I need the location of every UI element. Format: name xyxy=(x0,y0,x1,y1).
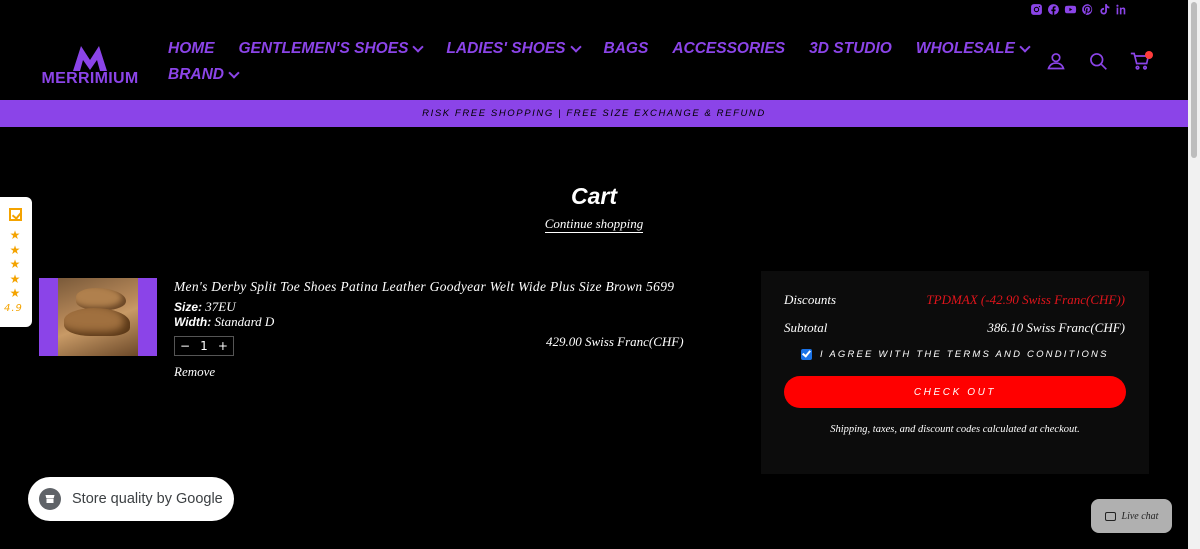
header-actions xyxy=(1045,50,1153,72)
nav-item-accessories[interactable]: ACCESSORIES xyxy=(672,40,785,58)
linkedin-icon[interactable] xyxy=(1115,3,1128,16)
store-quality-icon xyxy=(39,488,61,510)
nav-item-gentlemens-shoes[interactable]: GENTLEMEN'S SHOES xyxy=(239,40,425,58)
nav-item-home[interactable]: HOME xyxy=(168,40,215,58)
live-chat-label: Live chat xyxy=(1121,510,1159,522)
tiktok-icon[interactable] xyxy=(1098,3,1111,16)
nav-item-brand[interactable]: BRAND xyxy=(168,66,240,84)
chevron-down-icon xyxy=(1019,41,1031,53)
brand-name: MERRIMIUM xyxy=(41,70,139,87)
terms-label[interactable]: I AGREE WITH THE TERMS AND CONDITIONS xyxy=(820,349,1109,360)
facebook-icon[interactable] xyxy=(1047,3,1060,16)
subtotal-label: Subtotal xyxy=(784,320,828,335)
social-links xyxy=(1030,3,1128,16)
cart-icon[interactable] xyxy=(1129,50,1153,72)
pinterest-icon[interactable] xyxy=(1081,3,1094,16)
instagram-icon[interactable] xyxy=(1030,3,1043,16)
google-store-badge[interactable]: Store quality by Google xyxy=(28,477,234,521)
quantity-increase-button[interactable]: + xyxy=(218,339,228,353)
product-name[interactable]: Men's Derby Split Toe Shoes Patina Leath… xyxy=(174,279,674,295)
scrollbar-thumb[interactable] xyxy=(1191,2,1197,158)
product-width: Width: Standard D xyxy=(174,314,274,330)
shoe-image-back xyxy=(76,288,126,310)
size-value: 37EU xyxy=(205,299,236,314)
width-value: Standard D xyxy=(214,314,275,329)
review-rating-value: 4.9 xyxy=(4,303,23,314)
merrimium-logo-mark xyxy=(73,46,107,71)
width-label: Width: xyxy=(174,315,212,329)
product-thumbnail[interactable] xyxy=(39,278,157,356)
nav-item-ladies-shoes[interactable]: LADIES' SHOES xyxy=(446,40,582,58)
main-navigation: HOME GENTLEMEN'S SHOES LADIES' SHOES BAG… xyxy=(168,36,1031,88)
nav-item-3d-studio[interactable]: 3D STUDIO xyxy=(809,40,892,58)
order-summary: Discounts TPDMAX (-42.90 Swiss Franc(CHF… xyxy=(761,271,1149,474)
size-label: Size: xyxy=(174,300,203,314)
checkout-note: Shipping, taxes, and discount codes calc… xyxy=(830,424,1080,435)
chevron-down-icon xyxy=(412,41,425,53)
quantity-decrease-button[interactable]: − xyxy=(180,339,190,353)
cart-count-dot xyxy=(1145,51,1153,59)
nav-item-bags[interactable]: BAGS xyxy=(604,40,649,58)
google-badge-label: Store quality by Google xyxy=(72,491,223,507)
chevron-down-icon xyxy=(569,41,582,53)
account-icon[interactable] xyxy=(1045,50,1067,72)
brand-logo[interactable]: MERRIMIUM xyxy=(40,44,140,88)
remove-item-link[interactable]: Remove xyxy=(174,364,215,380)
live-chat-button[interactable]: Live chat xyxy=(1091,499,1172,533)
announcement-bar: RISK FREE SHOPPING | FREE SIZE EXCHANGE … xyxy=(0,100,1188,127)
youtube-icon[interactable] xyxy=(1064,3,1077,16)
terms-agreement: I AGREE WITH THE TERMS AND CONDITIONS xyxy=(801,349,1109,360)
quantity-stepper: − 1 + xyxy=(174,336,234,356)
star-rating-icons: ★ ★ ★ ★ ★ xyxy=(9,228,21,300)
chevron-down-icon xyxy=(228,67,240,79)
search-icon[interactable] xyxy=(1087,50,1109,72)
checkout-button[interactable]: CHECK OUT xyxy=(784,376,1126,408)
page-scrollbar[interactable] xyxy=(1188,0,1200,549)
product-size: Size: 37EU xyxy=(174,299,236,315)
nav-item-wholesale[interactable]: WHOLESALE xyxy=(916,40,1031,58)
shoe-image-front xyxy=(64,308,130,336)
continue-shopping-container: Continue shopping xyxy=(0,216,1188,233)
line-item-price: 429.00 Swiss Franc(CHF) xyxy=(546,334,684,349)
subtotal-value: 386.10 Swiss Franc(CHF) xyxy=(987,320,1125,335)
discounts-value: TPDMAX (-42.90 Swiss Franc(CHF)) xyxy=(926,292,1125,307)
terms-checkbox[interactable] xyxy=(801,349,812,360)
page-title: Cart xyxy=(570,183,617,209)
discounts-label: Discounts xyxy=(784,292,836,307)
quantity-value[interactable]: 1 xyxy=(200,339,208,353)
chat-bubble-icon xyxy=(1104,511,1116,521)
product-photo xyxy=(58,278,138,356)
announcement-text: RISK FREE SHOPPING | FREE SIZE EXCHANGE … xyxy=(422,108,766,119)
continue-shopping-link[interactable]: Continue shopping xyxy=(544,216,644,233)
